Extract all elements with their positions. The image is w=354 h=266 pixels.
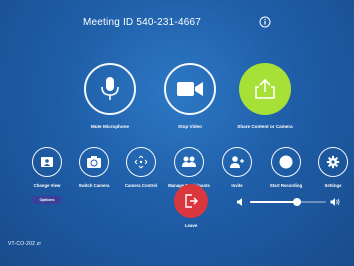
view-icon [41, 157, 53, 167]
volume-slider-track[interactable] [250, 198, 326, 206]
switch-camera-button[interactable] [79, 147, 109, 177]
invite-button[interactable] [222, 147, 252, 177]
participants-icon [182, 156, 196, 167]
switch-camera-label: Switch Camera [78, 183, 110, 188]
add-user-icon [230, 156, 244, 168]
start-recording-label: Start Recording [269, 183, 303, 188]
options-button[interactable]: Options [32, 196, 62, 204]
volume-slider-handle[interactable] [293, 198, 302, 206]
mute-microphone-button[interactable] [84, 63, 136, 115]
stop-video-label: Stop Video [178, 124, 202, 129]
video-camera-icon [177, 82, 203, 96]
room-name: VT-CO-202 zr [8, 241, 42, 247]
volume-control[interactable] [236, 196, 340, 208]
gear-icon [326, 155, 340, 169]
share-content-label: Share Content or Camera [237, 124, 293, 129]
mute-microphone-label: Mute Microphone [90, 124, 130, 129]
leave-icon [185, 194, 198, 208]
volume-high-icon [330, 198, 340, 206]
settings-label: Settings [324, 183, 342, 188]
start-recording-button[interactable] [271, 147, 301, 177]
camera-control-icon [134, 155, 148, 169]
stop-video-button[interactable] [164, 63, 216, 115]
header: Meeting ID 540-231-4667 [0, 12, 354, 34]
share-content-button[interactable] [239, 63, 291, 115]
info-icon[interactable] [259, 16, 271, 28]
settings-button[interactable] [318, 147, 348, 177]
volume-slider-fill [250, 201, 298, 203]
camera-control-label: Camera Control [124, 183, 158, 188]
switch-camera-icon [87, 156, 101, 168]
meeting-id: Meeting ID 540-231-4667 [83, 17, 202, 28]
leave-label: Leave [184, 223, 198, 228]
leave-button[interactable] [174, 184, 208, 218]
manage-participants-button[interactable] [174, 147, 204, 177]
volume-low-icon [237, 198, 242, 206]
record-icon [279, 155, 293, 169]
invite-label: Invite [231, 183, 243, 188]
change-view-button[interactable] [32, 147, 62, 177]
camera-control-button[interactable] [126, 147, 156, 177]
microphone-icon [101, 77, 119, 100]
share-icon [255, 78, 275, 99]
change-view-label: Change View [33, 183, 61, 188]
